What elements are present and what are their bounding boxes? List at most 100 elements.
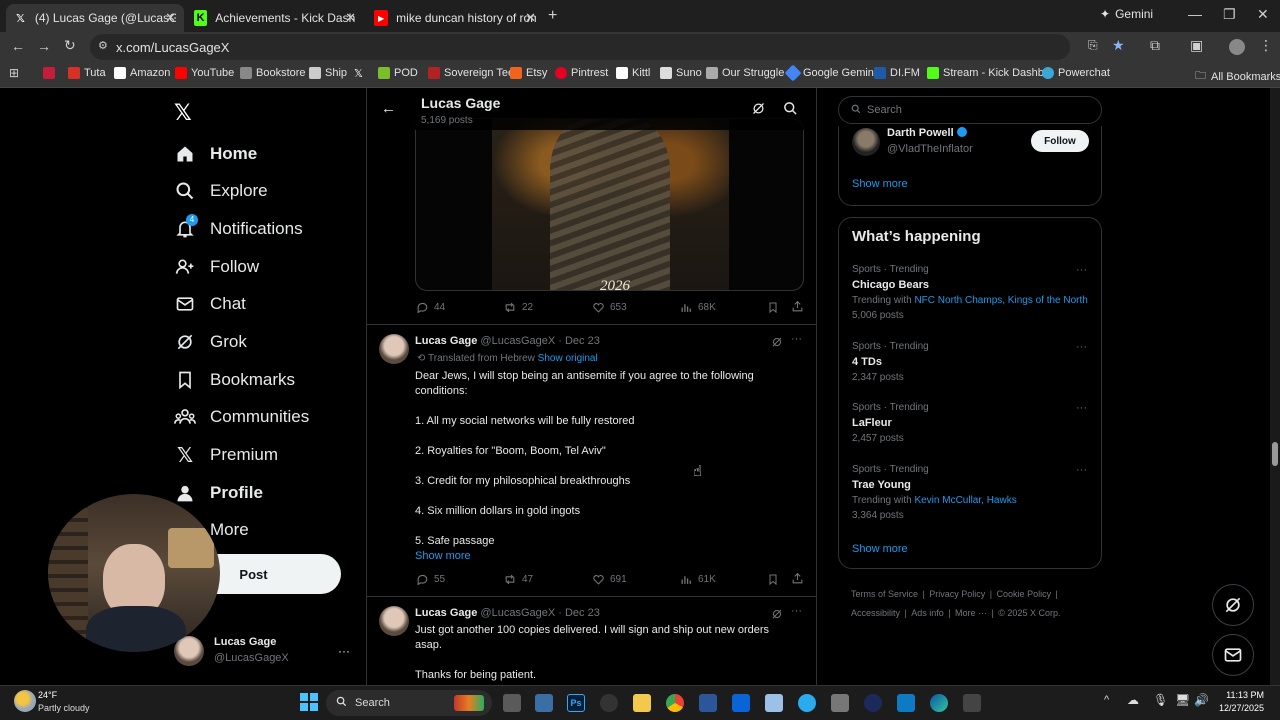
footer-link[interactable]: More ··· [955, 608, 987, 618]
close-icon[interactable]: ✕ [165, 10, 176, 26]
task-view-icon[interactable] [503, 694, 521, 712]
reply-button[interactable]: 55 [416, 573, 445, 586]
tweet-image[interactable]: 2026 [415, 118, 804, 291]
tweet-date[interactable]: · Dec 23 [558, 607, 600, 619]
footer-link[interactable]: Cookie Policy [997, 589, 1052, 599]
bookmark-kittl[interactable]: Kittl [616, 67, 650, 79]
bookmark-tuta[interactable]: Tuta [68, 67, 106, 79]
nav-grok[interactable]: Grok [174, 327, 247, 357]
word-icon[interactable] [699, 694, 717, 712]
install-app-icon[interactable]: ⎘ [1088, 38, 1098, 53]
grok-floating-button[interactable] [1212, 584, 1254, 626]
minimize-icon[interactable]: — [1188, 6, 1202, 22]
follow-button[interactable]: Follow [1031, 130, 1089, 152]
avatar[interactable] [852, 128, 880, 156]
nav-premium[interactable]: 𝕏 Premium [174, 440, 278, 470]
app-icon[interactable] [897, 694, 915, 712]
site-info-icon[interactable]: ⚙ [98, 39, 108, 52]
snipping-tool-icon[interactable] [831, 694, 849, 712]
account-more-icon[interactable]: ··· [338, 644, 350, 658]
bookmark-sovereign-tee[interactable]: Sovereign Tee [428, 67, 514, 79]
menu-icon[interactable]: ⋮ [1259, 37, 1273, 54]
bookmark-icon[interactable] [767, 301, 779, 319]
bookmark-amazon[interactable]: Amazon [114, 67, 170, 79]
chrome-icon[interactable] [666, 694, 684, 712]
x-logo-icon[interactable]: 𝕏 [174, 100, 192, 126]
nav-profile[interactable]: Profile [174, 478, 263, 508]
repost-button[interactable]: 22 [503, 301, 533, 314]
reload-icon[interactable]: ↻ [64, 37, 76, 54]
clock-time[interactable]: 11:13 PM [1212, 690, 1264, 700]
onedrive-icon[interactable]: ☁ [1127, 693, 1139, 707]
trend-with-links[interactable]: Kevin McCullar, Hawks [914, 495, 1016, 506]
reply-button[interactable]: 44 [416, 301, 445, 314]
url-bar[interactable]: ⚙ x.com/LucasGageX [90, 34, 1070, 60]
author-name[interactable]: Lucas Gage [415, 335, 477, 347]
more-options-icon[interactable]: ··· [791, 333, 802, 345]
trend-item[interactable]: Sports · Trending 4 TDs 2,347 posts ··· [839, 339, 1101, 389]
grok-icon[interactable] [771, 335, 783, 353]
clock-date[interactable]: 12/27/2025 [1212, 703, 1264, 713]
obs-icon[interactable] [600, 694, 618, 712]
like-button[interactable]: 653 [592, 301, 627, 314]
volume-icon[interactable]: 🔊 [1194, 693, 1209, 707]
repost-button[interactable]: 47 [503, 573, 533, 586]
avatar[interactable] [379, 606, 409, 636]
show-more-link[interactable]: Show more [852, 178, 908, 190]
maximize-icon[interactable]: ❐ [1223, 6, 1236, 23]
scrollbar[interactable] [1270, 88, 1280, 685]
tab-lucas-gage[interactable]: 𝕏 (4) Lucas Gage (@LucasGageX) ✕ [6, 4, 184, 32]
back-icon[interactable]: ← [11, 38, 25, 54]
footer-link[interactable]: Privacy Policy [929, 589, 985, 599]
bookmark-difm[interactable]: DI.FM [874, 67, 920, 79]
side-panel-icon[interactable]: ▣ [1190, 37, 1203, 54]
weather-icon[interactable] [14, 690, 36, 712]
nav-notifications[interactable]: 4 Notifications [174, 214, 303, 244]
footer-link[interactable]: Accessibility [851, 608, 900, 618]
bookmark-youtube[interactable]: YouTube [175, 67, 234, 79]
grok-icon[interactable] [751, 101, 766, 121]
tweet-date[interactable]: · Dec 23 [558, 335, 600, 347]
close-icon[interactable]: ✕ [345, 10, 356, 26]
microphone-icon[interactable]: 🎙 [1153, 693, 1168, 707]
footer-link[interactable]: Ads info [911, 608, 944, 618]
show-more-link[interactable]: Show more [852, 543, 908, 555]
tab-kick-dashboard[interactable]: K Achievements - Kick Dashboard ✕ [186, 4, 364, 32]
calculator-icon[interactable] [535, 694, 553, 712]
show-more-link[interactable]: Show more [415, 549, 805, 564]
bookmark-etsy[interactable]: Etsy [510, 67, 547, 79]
trend-with-links[interactable]: NFC North Champs, Kings of the North [914, 295, 1087, 306]
author-handle[interactable]: @LucasGageX [480, 335, 555, 347]
edge-icon[interactable] [930, 694, 948, 712]
all-bookmarks[interactable]: 🗀 All Bookmarks [1195, 67, 1280, 86]
who-name-row[interactable]: Darth Powell [887, 127, 967, 139]
trend-item[interactable]: Sports · Trending LaFleur 2,457 posts ··… [839, 400, 1101, 450]
trend-item[interactable]: Sports · Trending Trae Young Trending wi… [839, 462, 1101, 528]
account-name[interactable]: Lucas Gage [214, 636, 276, 648]
notepad-icon[interactable] [765, 694, 783, 712]
tab-youtube[interactable]: ▶ mike duncan history of rome - ✕ [366, 4, 544, 32]
nav-follow[interactable]: Follow [174, 252, 259, 282]
search-input[interactable]: Search [838, 96, 1102, 124]
more-options-icon[interactable]: ··· [1076, 464, 1087, 476]
avatar[interactable] [379, 334, 409, 364]
more-options-icon[interactable]: ··· [791, 605, 802, 617]
search-icon[interactable] [783, 101, 798, 121]
more-options-icon[interactable]: ··· [1076, 341, 1087, 353]
footer-link[interactable]: Terms of Service [851, 589, 918, 599]
app-icon[interactable] [963, 694, 981, 712]
bookmark-suno[interactable]: Suno [660, 67, 702, 79]
bookmark-wf[interactable] [43, 67, 59, 79]
taskbar-search[interactable]: Search [326, 690, 492, 716]
bookmark-pinterest[interactable]: Pintrest [555, 67, 608, 79]
share-icon[interactable] [791, 300, 804, 318]
bookmark-kick-stream[interactable]: Stream - Kick Dashb... [927, 67, 1053, 79]
back-arrow-icon[interactable]: ← [381, 100, 396, 117]
apps-grid-icon[interactable]: ⊞ [9, 66, 19, 80]
scrollbar-thumb[interactable] [1272, 442, 1278, 466]
messages-floating-button[interactable] [1212, 634, 1254, 676]
bookmark-bookstore[interactable]: Bookstore [240, 67, 306, 79]
views-button[interactable]: 68K [680, 301, 716, 314]
more-options-icon[interactable]: ··· [1076, 264, 1087, 276]
like-button[interactable]: 691 [592, 573, 627, 586]
